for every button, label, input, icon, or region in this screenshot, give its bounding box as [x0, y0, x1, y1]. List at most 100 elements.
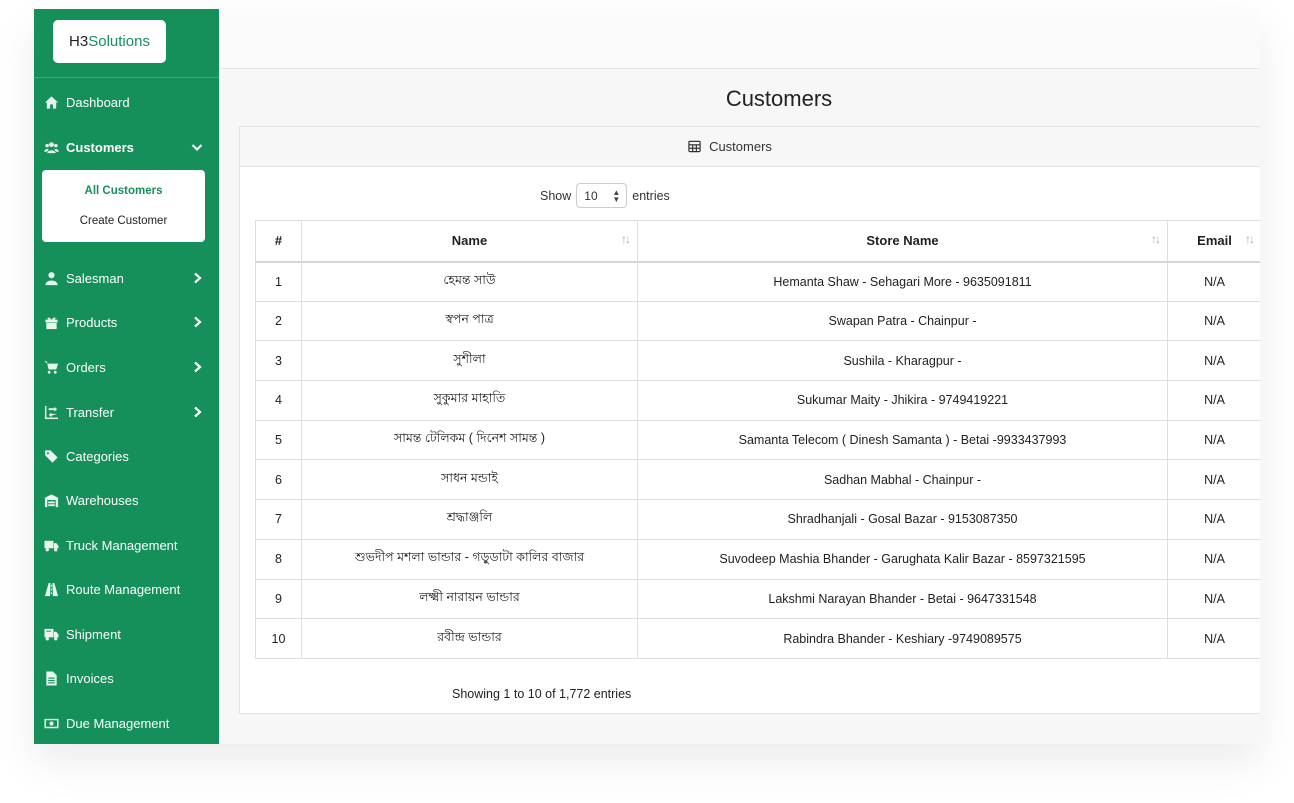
sidebar-item-salesman[interactable]: Salesman — [34, 263, 219, 293]
column-header-label: Name — [451, 233, 488, 249]
submenu-item-create-customer[interactable]: Create Customer — [42, 215, 205, 227]
sidebar-item-label: Due Management — [66, 715, 170, 731]
cell-name: রবীন্দ্র ভান্ডার — [301, 618, 638, 659]
chevron-right-icon — [190, 271, 204, 285]
sidebar: H3 Solutions Dashboard Customers Salesman P… — [34, 9, 219, 744]
cell-email: N/A — [1167, 261, 1260, 302]
chevron-right-icon — [190, 360, 204, 374]
logo[interactable]: H3 Solutions — [53, 20, 166, 63]
table-row[interactable]: 3 সুশীলা Sushila - Kharagpur - N/A — [255, 340, 1260, 382]
cell-number: 4 — [255, 380, 302, 421]
cell-email: N/A — [1167, 380, 1260, 421]
show-label: Show — [540, 188, 572, 203]
cell-name: হেমন্ত সাউ — [301, 261, 638, 302]
cell-email: N/A — [1167, 459, 1260, 501]
cell-store-name: Sukumar Maity - Jhikira - 9749419221 — [637, 380, 1168, 421]
user-icon — [43, 270, 59, 286]
table-row[interactable]: 1 হেমন্ত সাউ Hemanta Shaw - Sehagari More … — [255, 261, 1260, 302]
table-row[interactable]: 8 শুভদীপ মশলা ভান্ডার - গড়ুডাটা কালির বা… — [255, 538, 1260, 580]
file-icon — [43, 670, 59, 686]
cell-email: N/A — [1167, 538, 1260, 580]
column-header-email[interactable]: Email ↑↓ — [1167, 220, 1260, 263]
cell-name: স্বপন পাত্র — [301, 300, 638, 342]
cell-number: 9 — [255, 578, 302, 620]
column-header-label: # — [274, 233, 283, 249]
table-header-row: # Name ↑↓ Store Name ↑↓ Email ↑↓ — [255, 220, 1260, 263]
page-length-select[interactable]: 10 ▲ ▼ — [576, 183, 628, 208]
card-header-title: Customers — [709, 139, 772, 154]
sort-icon: ↑↓ — [1151, 232, 1161, 246]
sidebar-item-invoices[interactable]: Invoices — [34, 663, 219, 693]
gift-icon — [43, 314, 59, 330]
submenu-item-all-customers[interactable]: All Customers — [42, 185, 205, 197]
table-row[interactable]: 5 সামন্ত টেলিকম ( দিনেশ সামন্ত ) Samanta T… — [255, 419, 1260, 461]
sidebar-item-dashboard[interactable]: Dashboard — [34, 87, 219, 117]
sidebar-item-products[interactable]: Products — [34, 307, 219, 337]
cell-store-name: Samanta Telecom ( Dinesh Samanta ) - Bet… — [637, 419, 1168, 461]
sidebar-item-truck-management[interactable]: Truck Management — [34, 530, 219, 560]
page-length-value: 10 — [584, 188, 598, 203]
route-icon — [43, 581, 59, 597]
customers-submenu: All Customers Create Customer — [42, 170, 205, 242]
cell-number: 6 — [255, 459, 302, 501]
cell-number: 3 — [255, 340, 302, 382]
cell-store-name: Sadhan Mabhal - Chainpur - — [637, 459, 1168, 501]
users-icon — [43, 139, 59, 155]
table-row[interactable]: 7 শ্রদ্ধাঞ্জলি Shradhanjali - Gosal Bazar … — [255, 499, 1260, 540]
cell-email: N/A — [1167, 499, 1260, 540]
cell-email: N/A — [1167, 300, 1260, 342]
sidebar-item-label: Warehouses — [66, 492, 139, 508]
chevron-down-icon — [190, 140, 204, 154]
money-icon — [43, 715, 59, 731]
top-navbar — [219, 9, 1260, 69]
sidebar-item-label: Shipment — [66, 626, 121, 642]
cell-name: সুকুমার মাহাতি — [301, 380, 638, 421]
sidebar-item-label: Customers — [66, 139, 134, 155]
column-header-store-name[interactable]: Store Name ↑↓ — [637, 220, 1168, 263]
sidebar-item-shipment[interactable]: Shipment — [34, 619, 219, 649]
sidebar-item-transfer[interactable]: Transfer — [34, 397, 219, 427]
logo-text-prefix: H3 — [69, 33, 89, 50]
cell-email: N/A — [1167, 419, 1260, 461]
sidebar-item-label: Categories — [66, 448, 129, 464]
cart-icon — [43, 359, 59, 375]
cell-number: 10 — [255, 618, 302, 659]
cell-number: 7 — [255, 499, 302, 540]
column-header-number[interactable]: # — [255, 220, 302, 263]
sidebar-item-route-management[interactable]: Route Management — [34, 574, 219, 604]
cell-name: সুশীলা — [301, 340, 638, 382]
sidebar-item-categories[interactable]: Categories — [34, 441, 219, 471]
cell-number: 5 — [255, 419, 302, 461]
transfer-icon — [43, 404, 59, 420]
column-header-label: Store Name — [866, 233, 939, 249]
sidebar-item-warehouses[interactable]: Warehouses — [34, 485, 219, 515]
cell-email: N/A — [1167, 340, 1260, 382]
cell-email: N/A — [1167, 578, 1260, 620]
cell-store-name: Hemanta Shaw - Sehagari More - 963509181… — [637, 261, 1168, 302]
sidebar-item-due-management[interactable]: Due Management — [34, 708, 219, 738]
entries-label: entries — [632, 188, 670, 203]
cell-number: 2 — [255, 300, 302, 342]
table-row[interactable]: 2 স্বপন পাত্র Swapan Patra - Chainpur - N/A — [255, 300, 1260, 342]
table-row[interactable]: 10 রবীন্দ্র ভান্ডার Rabindra Bhander - Kes… — [255, 618, 1260, 659]
sidebar-item-orders[interactable]: Orders — [34, 352, 219, 382]
app-window: H3 Solutions Dashboard Customers Salesman P… — [34, 9, 1260, 744]
cell-email: N/A — [1167, 618, 1260, 659]
cell-name: শ্রদ্ধাঞ্জলি — [301, 499, 638, 540]
warehouse-icon — [43, 492, 59, 508]
sidebar-item-customers[interactable]: Customers — [34, 132, 219, 162]
cell-store-name: Shradhanjali - Gosal Bazar - 9153087350 — [637, 499, 1168, 540]
table-row[interactable]: 4 সুকুমার মাহাতি Sukumar Maity - Jhikira -… — [255, 380, 1260, 421]
sort-icon: ↑↓ — [621, 232, 631, 246]
column-header-name[interactable]: Name ↑↓ — [301, 220, 638, 263]
sidebar-item-label: Truck Management — [66, 537, 178, 553]
logo-text-accent: Solutions — [88, 33, 150, 50]
table-row[interactable]: 9 লক্ষ্মী নারায়ন ভান্ডার Lakshmi Narayan … — [255, 578, 1260, 620]
sidebar-item-label: Orders — [66, 359, 106, 375]
table-row[interactable]: 6 সাধন মন্ডাই Sadhan Mabhal - Chainpur - N/… — [255, 459, 1260, 501]
cell-name: সাধন মন্ডাই — [301, 459, 638, 501]
page-length-control: Show 10 ▲ ▼ entries — [540, 183, 670, 208]
truck-icon — [43, 537, 59, 553]
sidebar-item-label: Invoices — [66, 670, 114, 686]
sort-icon: ↑↓ — [1245, 232, 1255, 246]
